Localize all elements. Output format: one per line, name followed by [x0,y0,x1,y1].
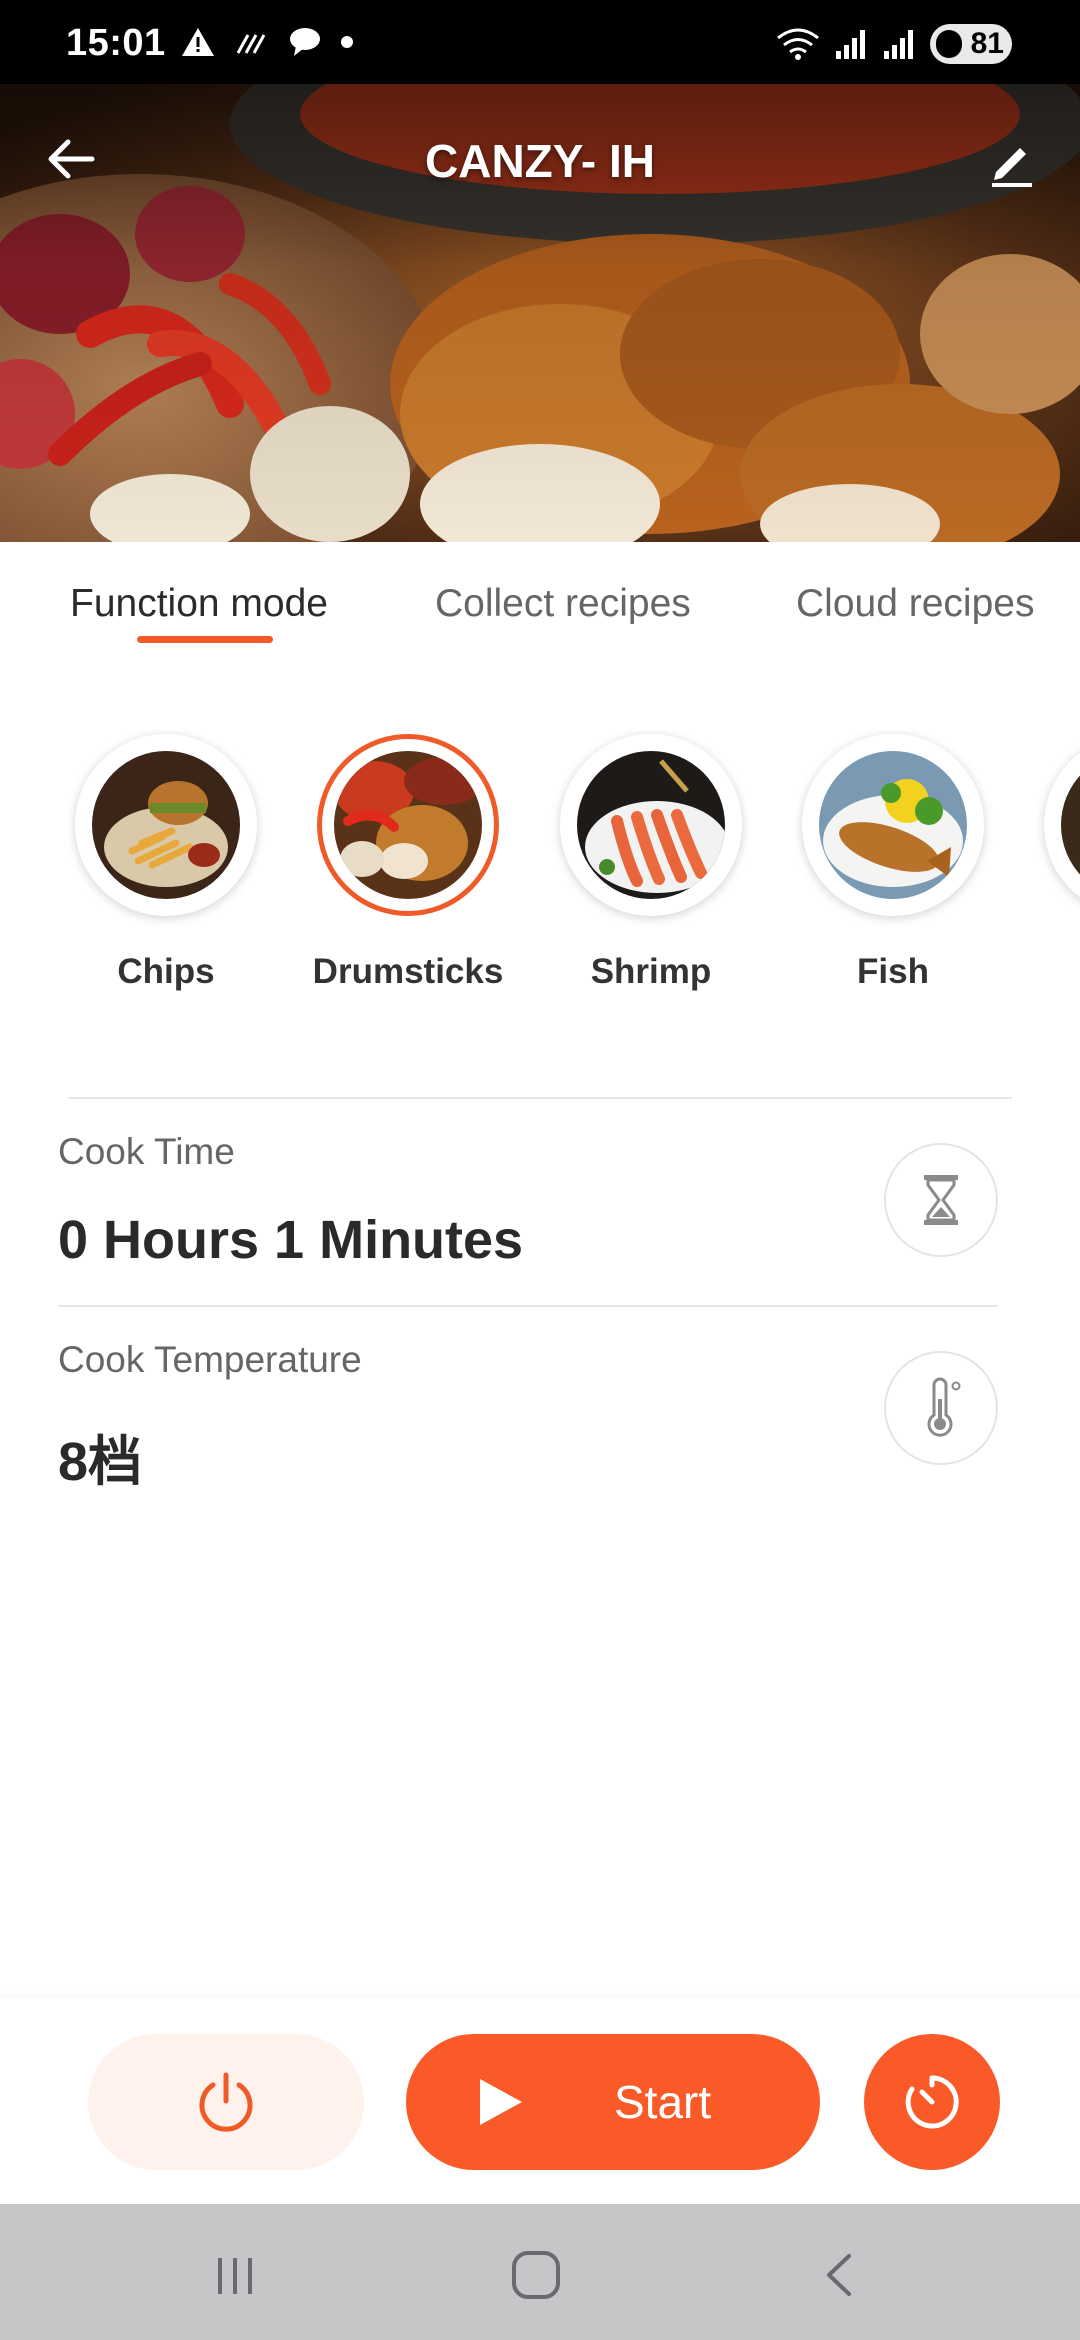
mode-chips-circle [75,734,257,916]
mode-shrimp[interactable]: Shrimp [541,730,761,992]
timer-icon [905,2075,959,2129]
mode-more-circle [1044,734,1080,916]
mode-fish-circle [802,734,984,916]
mode-label: Fish [857,952,929,991]
wifi-icon [777,28,819,60]
warning-icon [182,28,214,56]
cook-time-value: 0 Hours 1 Minutes [58,1210,524,1270]
page-title: CANZY- IH [425,135,655,187]
tab-function-mode[interactable]: Function mode [70,582,328,626]
hourglass-button[interactable] [884,1143,998,1257]
back-chevron-icon [827,2254,851,2296]
active-tab-indicator [137,636,273,643]
mode-drumsticks-circle [317,734,499,916]
cook-time-row[interactable]: Cook Time 0 Hours 1 Minutes [58,1097,998,1287]
food-image [1061,751,1080,899]
hourglass-icon [924,1175,958,1225]
signal-icon-2 [884,30,913,59]
timer-button[interactable] [864,2034,1000,2170]
thermometer-icon [927,1377,961,1437]
start-button[interactable]: Start [406,2034,820,2170]
battery-saver-icon [936,30,962,58]
dot-icon [341,36,353,48]
power-icon [199,2072,253,2132]
mode-label: Chips [117,952,215,991]
tab-collect-recipes[interactable]: Collect recipes [435,582,691,626]
battery-indicator: 81 [930,24,1012,64]
chips-image [92,751,240,899]
mode-label: Shrimp [590,952,712,991]
mode-shrimp-circle [560,734,742,916]
mode-drumsticks[interactable]: Drumsticks [298,730,518,992]
system-back-button[interactable] [805,2240,875,2310]
fish-image [819,751,967,899]
status-bar: 15:01 81 [0,0,1080,84]
battery-level: 81 [970,27,1004,60]
notification-icons [180,26,354,58]
recent-apps-icon [218,2258,252,2294]
mode-chips[interactable]: Chips [56,730,276,992]
system-icons: 81 [776,24,1012,64]
chat-icon [290,28,320,56]
control-bar: Start [0,1998,1080,2204]
status-time: 15:01 [66,22,166,64]
cook-temperature-value: 8档 [58,1432,143,1492]
edit-pencil-icon[interactable] [984,134,1038,188]
app-screen: 15:01 81 CANZY- IH Function mode Collect… [0,0,1080,2340]
thermometer-button[interactable] [884,1351,998,1465]
signal-icon [836,30,865,59]
weather-icon [236,34,266,54]
cook-time-label: Cook Time [58,1131,235,1172]
tab-cloud-recipes[interactable]: Cloud recipes [796,582,1034,626]
mode-label: Drumsticks [312,952,504,991]
function-mode-list: Chips Drumsticks Shrimp Fish [0,730,1080,1020]
recent-apps-button[interactable] [200,2240,270,2310]
start-label: Start [614,2076,712,2128]
drumsticks-image [334,751,482,899]
cook-temperature-label: Cook Temperature [58,1339,362,1380]
mode-fish[interactable]: Fish [783,730,1003,992]
mode-more-partial[interactable] [1025,730,1080,916]
power-button[interactable] [88,2034,364,2170]
home-button[interactable] [501,2240,571,2310]
shrimp-image [577,751,725,899]
cook-temperature-row[interactable]: Cook Temperature 8档 [58,1305,998,1495]
play-icon [480,2079,522,2125]
home-icon [512,2251,560,2299]
system-nav-bar [0,2204,1080,2340]
mode-tabs: Function mode Collect recipes Cloud reci… [0,542,1080,662]
